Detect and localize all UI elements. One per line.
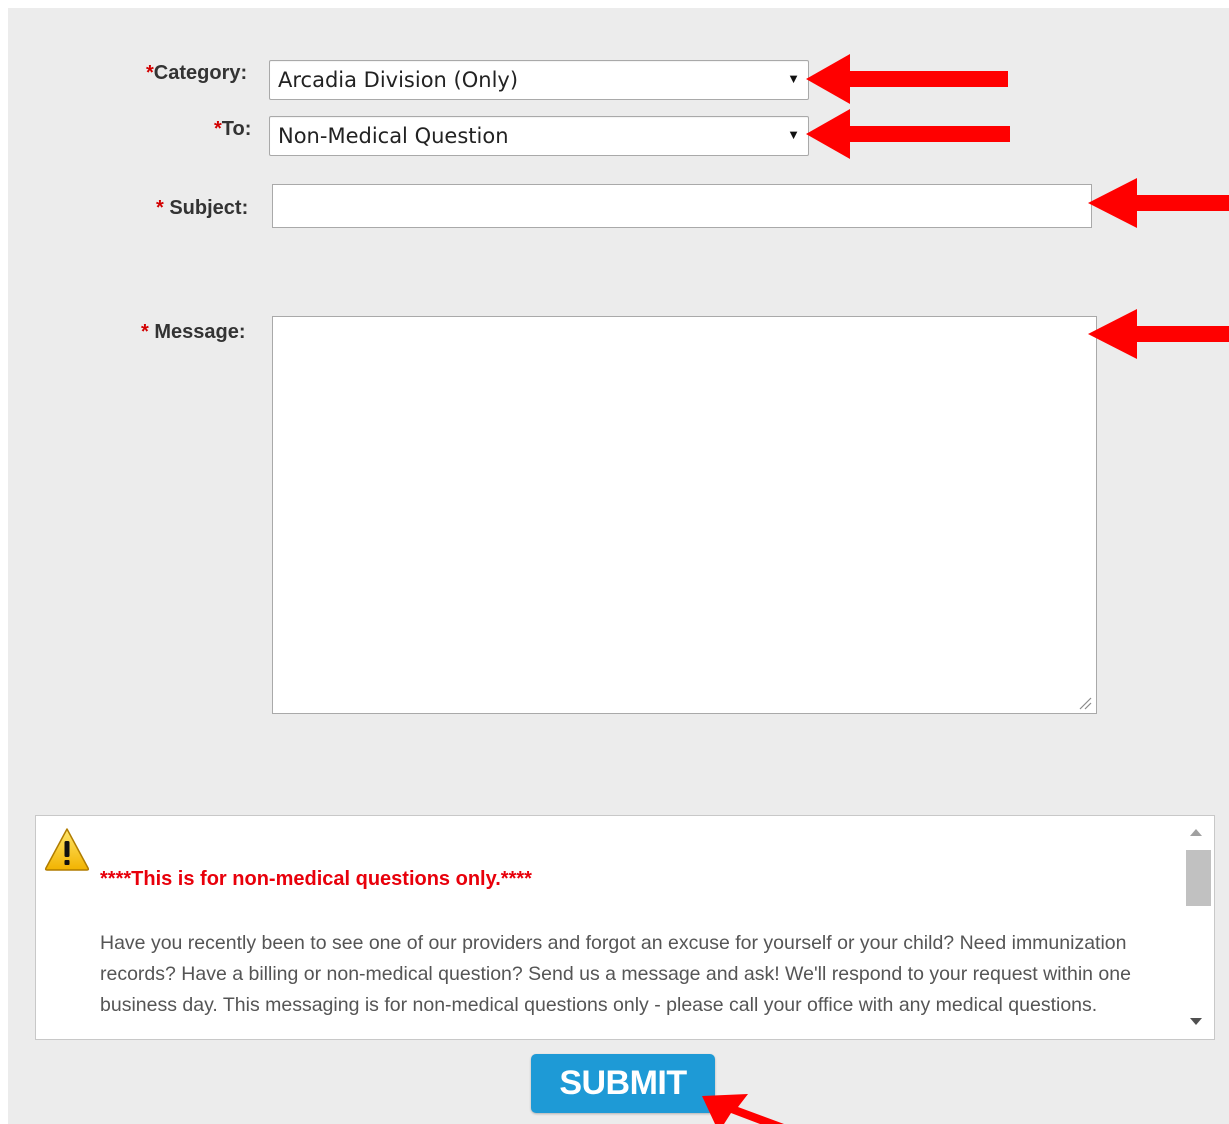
annotation-arrows [702, 54, 1229, 1124]
annotation-arrow-icon [1088, 178, 1229, 228]
annotation-arrow-icon [1088, 309, 1229, 359]
message-page: *Category: Arcadia Division (Only) ▼ *To… [0, 0, 1229, 1124]
annotation-arrow-icon [806, 109, 1010, 159]
annotation-arrow-icon [702, 1094, 784, 1124]
annotation-arrow-icon [806, 54, 1008, 104]
